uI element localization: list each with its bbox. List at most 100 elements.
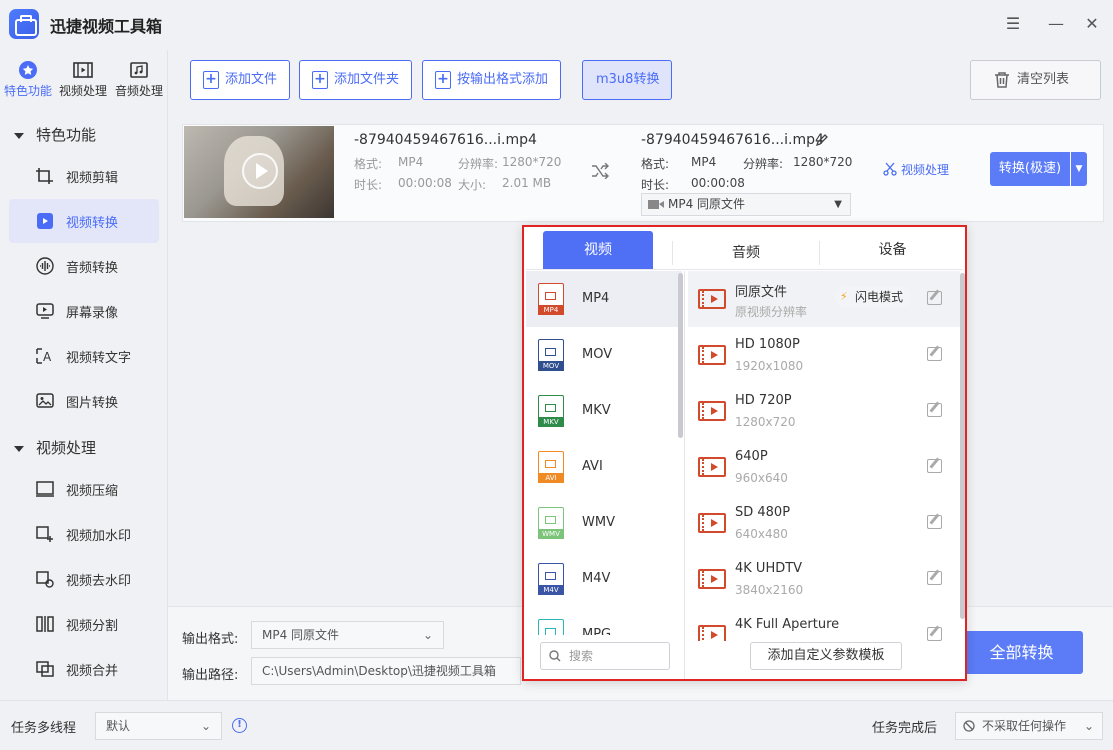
convert-options-dropdown[interactable]: ▼ xyxy=(1071,152,1087,186)
output-path-field[interactable]: C:\Users\Admin\Desktop\迅捷视频工具箱 xyxy=(251,657,521,685)
source-file-name: -87940459467616...i.mp4 xyxy=(354,132,537,148)
sidebar-item-video-compress[interactable]: 视频压缩 xyxy=(9,467,159,511)
convert-arrow-icon xyxy=(592,163,609,179)
after-task-select[interactable]: 不采取任何操作 ⌄ xyxy=(955,712,1103,740)
add-custom-template-button[interactable]: 添加自定义参数模板 xyxy=(750,642,902,670)
preset-item[interactable]: HD 1080P 1920x1080 xyxy=(688,327,960,383)
add-folder-icon: + xyxy=(312,71,328,89)
output-format-dropdown[interactable]: MP4 同原文件 ⌄ xyxy=(251,621,444,649)
preset-item[interactable]: 4K Full Aperture xyxy=(688,607,960,641)
triangle-down-icon xyxy=(14,445,24,452)
add-by-format-button[interactable]: + 按输出格式添加 xyxy=(422,60,562,100)
menu-icon[interactable]: ☰ xyxy=(1003,14,1023,34)
top-category-special[interactable]: 特色功能 xyxy=(0,60,56,99)
app-title: 迅捷视频工具箱 xyxy=(50,17,163,36)
edit-icon[interactable] xyxy=(927,571,942,585)
top-category-video[interactable]: 视频处理 xyxy=(55,60,111,99)
remove-watermark-icon xyxy=(36,571,54,588)
preset-item[interactable]: 4K UHDTV 3840x2160 xyxy=(688,551,960,607)
rename-pencil-icon[interactable] xyxy=(815,133,829,147)
split-icon xyxy=(36,616,54,632)
video-process-link[interactable]: 视频处理 xyxy=(883,161,949,178)
sidebar-item-video-to-text[interactable]: A 视频转文字 xyxy=(9,334,159,378)
sidebar-item-image-convert[interactable]: 图片转换 xyxy=(9,379,159,423)
sidebar-item-add-watermark[interactable]: 视频加水印 xyxy=(9,512,159,556)
edit-icon[interactable] xyxy=(927,403,942,417)
close-button[interactable]: ✕ xyxy=(1082,14,1102,34)
source-format-label: 格式: xyxy=(354,157,383,171)
after-task-label: 任务完成后 xyxy=(872,721,938,736)
tab-device[interactable]: 设备 xyxy=(820,231,965,269)
source-size: 2.01 MB xyxy=(502,176,552,190)
search-icon xyxy=(549,650,561,662)
top-category-audio[interactable]: 音频处理 xyxy=(111,60,167,99)
link-label: 视频处理 xyxy=(901,163,950,177)
edit-icon[interactable] xyxy=(927,627,942,641)
format-picker-popup: 视频 音频 设备 MP4 MP4 MOV MOV MKV MKV AVI AVI WMV WMV M… xyxy=(522,225,967,681)
top-category-label: 特色功能 xyxy=(3,84,52,98)
sidebar-item-label: 视频转换 xyxy=(66,216,119,231)
video-convert-icon xyxy=(37,213,53,229)
button-label: 清空列表 xyxy=(1017,72,1070,87)
edit-icon[interactable] xyxy=(927,291,942,305)
sidebar-item-screen-record[interactable]: 屏幕录像 xyxy=(9,289,159,333)
screen-record-icon xyxy=(36,303,54,319)
preset-item[interactable]: SD 480P 640x480 xyxy=(688,495,960,551)
info-icon[interactable]: ! xyxy=(232,718,247,733)
sidebar-item-label: 视频剪辑 xyxy=(66,171,119,186)
edit-icon[interactable] xyxy=(927,459,942,473)
sidebar-item-label: 视频合并 xyxy=(66,664,119,679)
sidebar-item-remove-watermark[interactable]: 视频去水印 xyxy=(9,557,159,601)
prohibited-icon xyxy=(963,720,975,732)
add-file-icon: + xyxy=(203,71,219,89)
star-icon xyxy=(19,61,37,79)
sidebar-item-video-split[interactable]: 视频分割 xyxy=(9,602,159,646)
preset-item[interactable]: 640P 960x640 xyxy=(688,439,960,495)
preset-item[interactable]: HD 720P 1280x720 xyxy=(688,383,960,439)
convert-fast-button[interactable]: 转换(极速) xyxy=(990,152,1070,186)
tab-video[interactable]: 视频 xyxy=(543,231,653,269)
source-duration-label: 时长: xyxy=(354,178,383,192)
preset-list: 同原文件原视频分辨率 闪电模式 HD 1080P 1920x1080 HD 720P 12… xyxy=(524,271,964,641)
sidebar-item-video-merge[interactable]: 视频合并 xyxy=(9,647,159,691)
add-file-button[interactable]: + 添加文件 xyxy=(190,60,291,100)
video-to-text-icon: A xyxy=(36,348,52,364)
section-toggle-special[interactable]: 特色功能 xyxy=(14,124,96,145)
sidebar-item-video-edit[interactable]: 视频剪辑 xyxy=(9,154,159,198)
multithread-select[interactable]: 默认 ⌄ xyxy=(95,712,222,740)
preset-list-scrollbar[interactable] xyxy=(960,273,965,619)
film-icon xyxy=(698,625,726,641)
sidebar-item-video-convert[interactable]: 视频转换 xyxy=(9,199,159,243)
output-format-select[interactable]: MP4 同原文件 ▼ xyxy=(641,193,851,216)
clear-list-button[interactable]: 清空列表 xyxy=(970,60,1101,100)
convert-all-button[interactable]: 全部转换 xyxy=(960,631,1083,674)
film-icon xyxy=(698,569,726,589)
scissors-icon xyxy=(883,162,897,176)
tab-audio[interactable]: 音频 xyxy=(672,241,820,265)
chevron-down-icon: ⌄ xyxy=(422,628,433,642)
sidebar-item-label: 屏幕录像 xyxy=(66,306,119,321)
sidebar-item-audio-convert[interactable]: 音频转换 xyxy=(9,244,159,288)
select-value: 默认 xyxy=(106,719,131,733)
top-category-label: 音频处理 xyxy=(114,84,163,98)
edit-icon[interactable] xyxy=(927,515,942,529)
flash-mode-badge[interactable]: 闪电模式 xyxy=(835,287,912,307)
trash-icon xyxy=(995,72,1009,88)
select-value: 不采取任何操作 xyxy=(982,719,1067,733)
add-folder-button[interactable]: + 添加文件夹 xyxy=(299,60,413,100)
preset-item[interactable]: 同原文件原视频分辨率 闪电模式 xyxy=(688,271,960,327)
preset-resolution: 960x640 xyxy=(735,471,788,485)
merge-icon xyxy=(36,661,54,677)
output-format-label: 格式: xyxy=(641,157,670,171)
minimize-button[interactable]: — xyxy=(1046,14,1066,34)
format-search-input[interactable]: 搜索 xyxy=(540,642,670,670)
film-icon xyxy=(698,345,726,365)
play-icon[interactable] xyxy=(242,153,278,189)
chevron-down-icon: ⌄ xyxy=(1083,719,1094,733)
section-toggle-video[interactable]: 视频处理 xyxy=(14,437,96,458)
m3u8-convert-button[interactable]: m3u8转换 xyxy=(582,60,673,100)
compress-icon xyxy=(36,481,54,497)
preset-resolution: 1280x720 xyxy=(735,415,796,429)
edit-icon[interactable] xyxy=(927,347,942,361)
svg-text:A: A xyxy=(43,350,52,364)
